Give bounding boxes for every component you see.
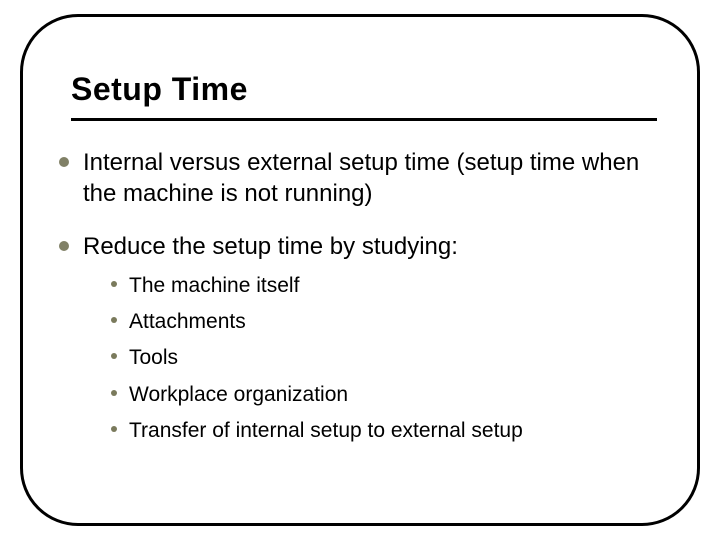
sub-text: The machine itself — [129, 271, 299, 301]
sub-item: Attachments — [111, 307, 657, 337]
slide-frame: Setup Time Internal versus external setu… — [20, 14, 700, 526]
sub-item: The machine itself — [111, 271, 657, 301]
sub-text: Tools — [129, 343, 178, 373]
slide-title: Setup Time — [71, 71, 657, 121]
sub-text: Attachments — [129, 307, 246, 337]
bullet-item: Internal versus external setup time (set… — [71, 147, 657, 209]
sub-item: Tools — [111, 343, 657, 373]
bullet-text: Internal versus external setup time (set… — [83, 147, 657, 209]
sub-bullet-marker-icon — [111, 317, 117, 323]
bullet-marker-icon — [59, 241, 69, 251]
sub-bullet-marker-icon — [111, 281, 117, 287]
sub-bullet-marker-icon — [111, 353, 117, 359]
sub-bullet-marker-icon — [111, 390, 117, 396]
sub-item: Workplace organization — [111, 380, 657, 410]
bullet-marker-icon — [59, 157, 69, 167]
sub-list: The machine itself Attachments Tools Wor… — [111, 271, 657, 447]
sub-item: Transfer of internal setup to external s… — [111, 416, 657, 446]
slide-content: Setup Time Internal versus external setu… — [23, 17, 697, 453]
sub-text: Transfer of internal setup to external s… — [129, 416, 523, 446]
bullet-item: Reduce the setup time by studying: The m… — [71, 231, 657, 452]
sub-text: Workplace organization — [129, 380, 348, 410]
sub-bullet-marker-icon — [111, 426, 117, 432]
bullet-body: Reduce the setup time by studying: The m… — [83, 231, 657, 452]
bullet-text: Reduce the setup time by studying: — [83, 231, 657, 262]
